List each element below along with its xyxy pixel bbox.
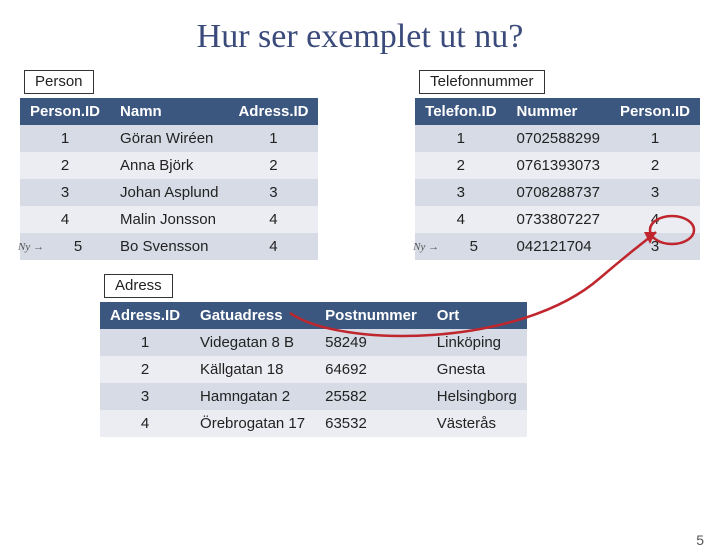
col-person-id: Person.ID bbox=[20, 98, 110, 125]
cell-gatuadress: Videgatan 8 B bbox=[190, 329, 315, 356]
cell-adress-id: 4 bbox=[100, 410, 190, 437]
cell-adress-id: 1 bbox=[228, 125, 318, 152]
col-gatuadress: Gatuadress bbox=[190, 302, 315, 329]
table-header-row: Person.ID Namn Adress.ID bbox=[20, 98, 318, 125]
cell-person-id: 3 bbox=[20, 179, 110, 206]
col-adress-id: Adress.ID bbox=[228, 98, 318, 125]
cell-ort: Helsingborg bbox=[427, 383, 527, 410]
table-row: 1Videgatan 8 B58249Linköping bbox=[100, 329, 527, 356]
person-table: Person.ID Namn Adress.ID 1Göran Wiréen12… bbox=[20, 98, 318, 260]
cell-telefon-id: 4 bbox=[415, 206, 506, 233]
cell-nummer: 0761393073 bbox=[507, 152, 610, 179]
cell-person-id: Ny →5 bbox=[20, 233, 110, 260]
cell-namn: Johan Asplund bbox=[110, 179, 228, 206]
cell-person-id-fk: 1 bbox=[610, 125, 700, 152]
cell-postnummer: 25582 bbox=[315, 383, 427, 410]
ny-tag: Ny → bbox=[413, 241, 439, 253]
cell-person-id-fk: 4 bbox=[610, 206, 700, 233]
cell-telefon-id: 2 bbox=[415, 152, 506, 179]
cell-postnummer: 63532 bbox=[315, 410, 427, 437]
cell-ort: Gnesta bbox=[427, 356, 527, 383]
table-row: 4Örebrogatan 1763532Västerås bbox=[100, 410, 527, 437]
cell-adress-id: 2 bbox=[100, 356, 190, 383]
cell-person-id: 4 bbox=[20, 206, 110, 233]
table-row: 307082887373 bbox=[415, 179, 700, 206]
table-row: 407338072274 bbox=[415, 206, 700, 233]
cell-postnummer: 64692 bbox=[315, 356, 427, 383]
col-namn: Namn bbox=[110, 98, 228, 125]
page-number: 5 bbox=[696, 532, 704, 548]
cell-person-id-fk: 3 bbox=[610, 233, 700, 260]
table-row: 207613930732 bbox=[415, 152, 700, 179]
person-table-block: Person Person.ID Namn Adress.ID 1Göran W… bbox=[20, 70, 318, 260]
table-row: 4Malin Jonsson4 bbox=[20, 206, 318, 233]
col-telefon-id: Telefon.ID bbox=[415, 98, 506, 125]
cell-namn: Bo Svensson bbox=[110, 233, 228, 260]
table-row: 3Hamngatan 225582Helsingborg bbox=[100, 383, 527, 410]
person-label: Person bbox=[24, 70, 94, 94]
cell-postnummer: 58249 bbox=[315, 329, 427, 356]
col-nummer: Nummer bbox=[507, 98, 610, 125]
table-row: Ny →5Bo Svensson4 bbox=[20, 233, 318, 260]
col-ort: Ort bbox=[427, 302, 527, 329]
cell-nummer: 042121704 bbox=[507, 233, 610, 260]
cell-nummer: 0733807227 bbox=[507, 206, 610, 233]
adress-table: Adress.ID Gatuadress Postnummer Ort 1Vid… bbox=[100, 302, 527, 437]
table-row: 2Källgatan 1864692Gnesta bbox=[100, 356, 527, 383]
cell-person-id: 2 bbox=[20, 152, 110, 179]
adress-label: Adress bbox=[104, 274, 173, 298]
cell-adress-id: 2 bbox=[228, 152, 318, 179]
cell-person-id-fk: 3 bbox=[610, 179, 700, 206]
table-row: Ny →50421217043 bbox=[415, 233, 700, 260]
cell-nummer: 0708288737 bbox=[507, 179, 610, 206]
cell-adress-id: 3 bbox=[228, 179, 318, 206]
cell-adress-id: 1 bbox=[100, 329, 190, 356]
cell-gatuadress: Hamngatan 2 bbox=[190, 383, 315, 410]
cell-adress-id: 4 bbox=[228, 233, 318, 260]
cell-ort: Västerås bbox=[427, 410, 527, 437]
ny-tag: Ny → bbox=[18, 241, 44, 253]
col-postnummer: Postnummer bbox=[315, 302, 427, 329]
table-header-row: Telefon.ID Nummer Person.ID bbox=[415, 98, 700, 125]
cell-telefon-id: Ny →5 bbox=[415, 233, 506, 260]
cell-adress-id: 4 bbox=[228, 206, 318, 233]
telefon-table-block: Telefonnummer Telefon.ID Nummer Person.I… bbox=[415, 70, 700, 260]
table-row: 3Johan Asplund3 bbox=[20, 179, 318, 206]
table-row: 107025882991 bbox=[415, 125, 700, 152]
cell-person-id-fk: 2 bbox=[610, 152, 700, 179]
col-person-id-fk: Person.ID bbox=[610, 98, 700, 125]
cell-telefon-id: 3 bbox=[415, 179, 506, 206]
cell-ort: Linköping bbox=[427, 329, 527, 356]
cell-person-id: 1 bbox=[20, 125, 110, 152]
adress-table-block: Adress Adress.ID Gatuadress Postnummer O… bbox=[100, 274, 720, 437]
col-adress-id: Adress.ID bbox=[100, 302, 190, 329]
page-title: Hur ser exemplet ut nu? bbox=[0, 18, 720, 56]
cell-namn: Malin Jonsson bbox=[110, 206, 228, 233]
telefon-label: Telefonnummer bbox=[419, 70, 544, 94]
table-row: 2Anna Björk2 bbox=[20, 152, 318, 179]
cell-namn: Göran Wiréen bbox=[110, 125, 228, 152]
cell-gatuadress: Källgatan 18 bbox=[190, 356, 315, 383]
cell-telefon-id: 1 bbox=[415, 125, 506, 152]
table-row: 1Göran Wiréen1 bbox=[20, 125, 318, 152]
table-header-row: Adress.ID Gatuadress Postnummer Ort bbox=[100, 302, 527, 329]
telefon-table: Telefon.ID Nummer Person.ID 107025882991… bbox=[415, 98, 700, 260]
cell-gatuadress: Örebrogatan 17 bbox=[190, 410, 315, 437]
cell-nummer: 0702588299 bbox=[507, 125, 610, 152]
cell-adress-id: 3 bbox=[100, 383, 190, 410]
cell-namn: Anna Björk bbox=[110, 152, 228, 179]
